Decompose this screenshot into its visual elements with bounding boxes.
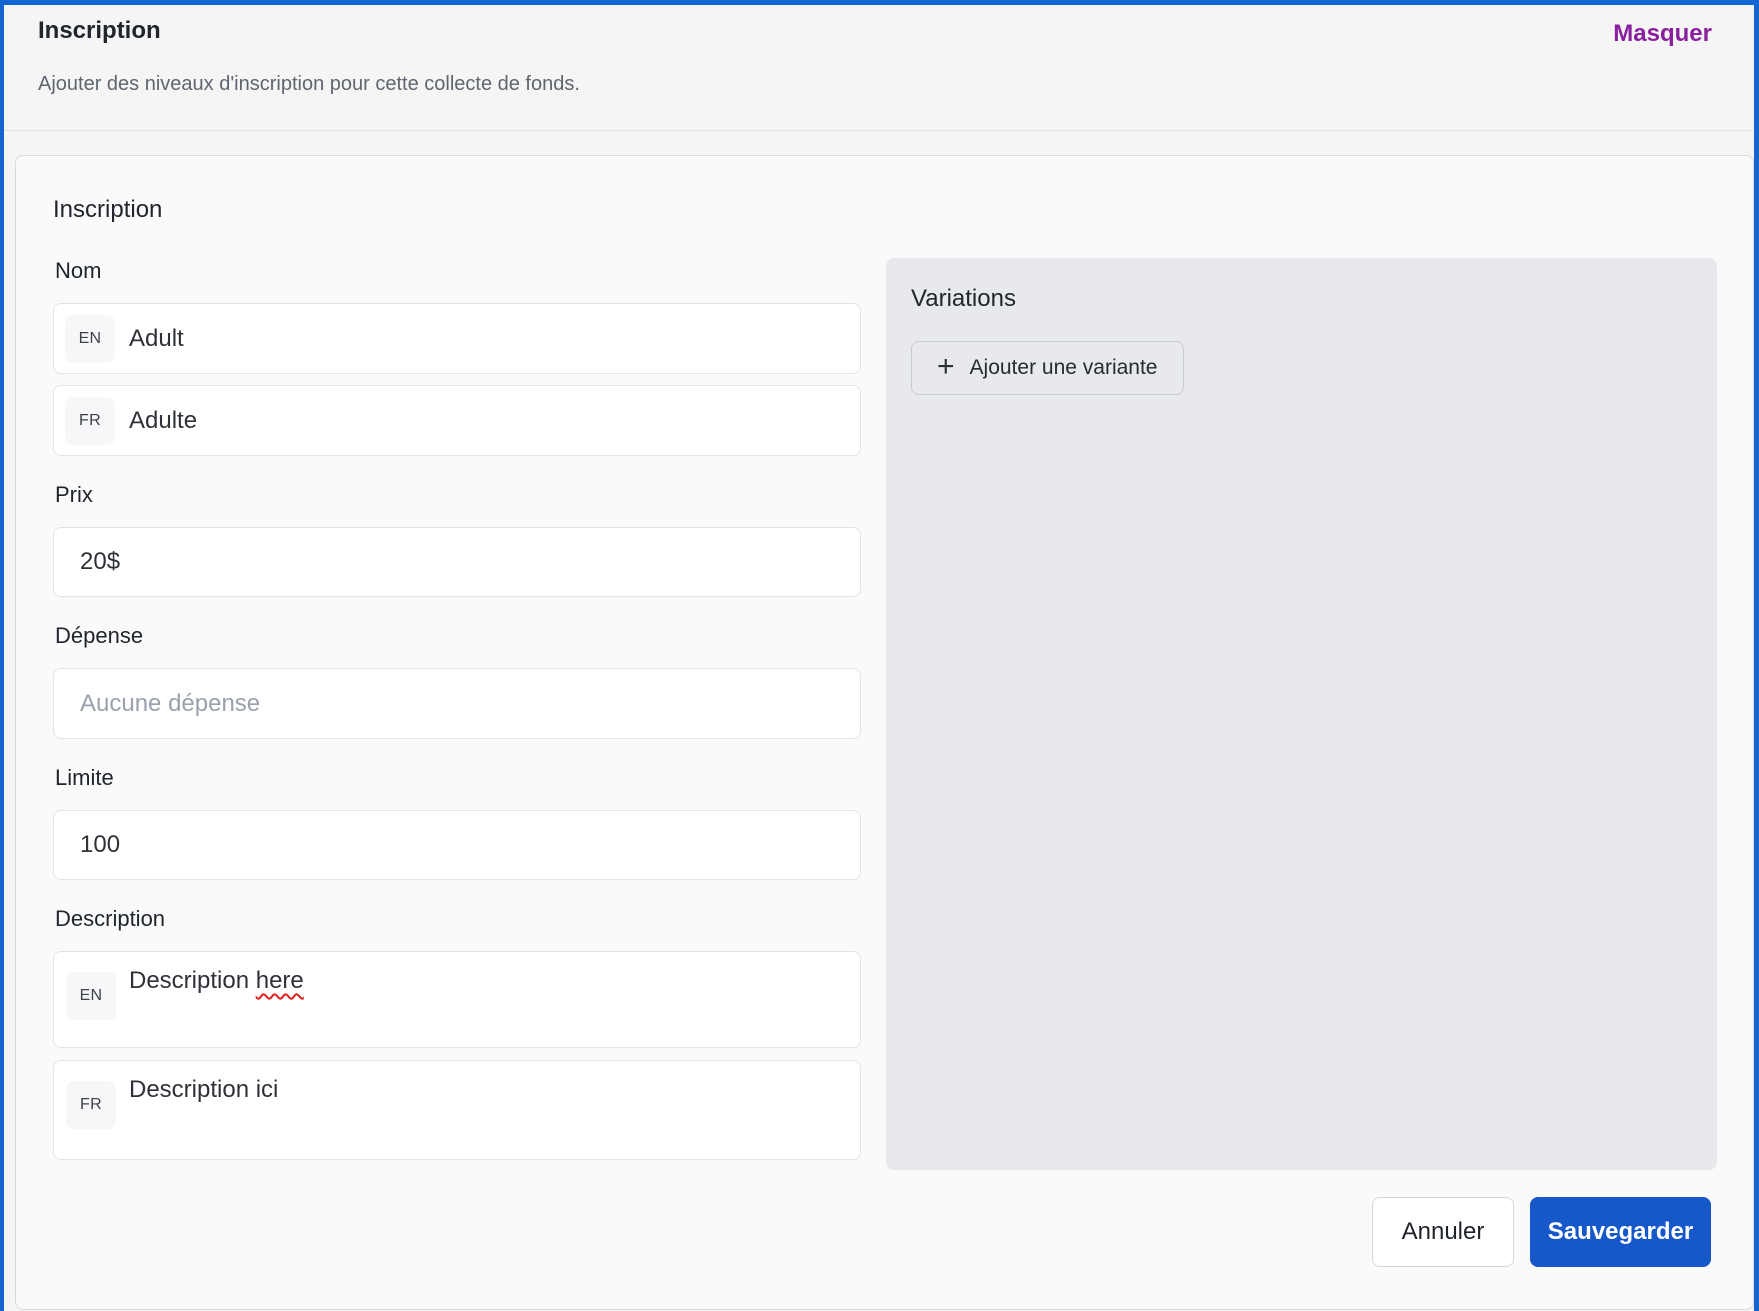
- limit-label: Limite: [55, 765, 861, 791]
- price-input[interactable]: [53, 527, 861, 597]
- dialog-subtitle: Ajouter des niveaux d'inscription pour c…: [38, 72, 1736, 130]
- expense-input[interactable]: [53, 668, 861, 739]
- name-fr-field-wrap: FR: [53, 385, 861, 456]
- cancel-button[interactable]: Annuler: [1372, 1197, 1514, 1267]
- name-en-field-wrap: EN: [53, 303, 861, 374]
- description-fr-textarea[interactable]: FR Description ici: [53, 1060, 861, 1160]
- variations-panel: Variations + Ajouter une variante: [886, 258, 1717, 1170]
- description-en-text: Description here: [129, 967, 304, 994]
- save-button[interactable]: Sauvegarder: [1530, 1197, 1711, 1267]
- fr-language-badge: FR: [66, 1081, 116, 1129]
- form-fields-column: Nom EN FR Prix Dépense Limite Descriptio…: [53, 258, 861, 1160]
- price-label: Prix: [55, 482, 861, 508]
- name-label: Nom: [55, 258, 861, 284]
- plus-icon: +: [937, 352, 955, 382]
- name-en-input[interactable]: [53, 303, 861, 374]
- en-language-badge: EN: [66, 972, 116, 1020]
- description-label: Description: [55, 906, 861, 932]
- dialog-title: Inscription: [38, 17, 161, 45]
- description-en-textarea[interactable]: EN Description here: [53, 951, 861, 1048]
- inscription-card: Inscription Nom EN FR Prix Dépense Limit…: [15, 155, 1754, 1310]
- dialog-header: Inscription Masquer Ajouter des niveaux …: [4, 5, 1754, 131]
- limit-input[interactable]: [53, 810, 861, 880]
- description-fr-text: Description ici: [129, 1076, 278, 1103]
- section-title: Inscription: [53, 196, 1717, 224]
- hide-button[interactable]: Masquer: [1613, 20, 1712, 48]
- expense-label: Dépense: [55, 623, 861, 649]
- add-variant-label: Ajouter une variante: [970, 356, 1158, 380]
- misspelled-word: here: [256, 967, 304, 994]
- add-variant-button[interactable]: + Ajouter une variante: [911, 341, 1184, 395]
- name-fr-input[interactable]: [53, 385, 861, 456]
- variations-title: Variations: [911, 285, 1693, 313]
- footer-actions: Annuler Sauvegarder: [53, 1197, 1717, 1267]
